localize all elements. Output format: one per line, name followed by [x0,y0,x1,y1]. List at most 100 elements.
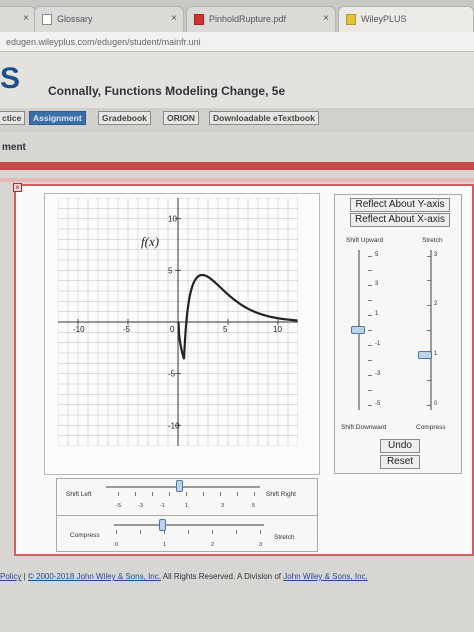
tick [236,530,237,534]
shift-tick-label: -5 [375,401,381,407]
undo-button[interactable]: Undo [380,439,420,453]
shift-tick-label: -3 [375,371,381,377]
page-footer: Policy | © 2000-2018 John Wiley & Sons, … [0,572,474,581]
y-tick-label: 5 [168,266,173,275]
book-title: Connally, Functions Modeling Change, 5e [48,84,286,98]
tick [116,530,117,534]
nav-gradebook[interactable]: Gradebook [98,111,151,125]
tick [368,375,372,376]
tick [427,280,431,281]
tick [427,330,431,331]
shift-left-label: Shift Left [66,491,92,498]
wileyplus-icon [346,14,356,25]
compress-bottom-label: Compress [416,424,446,431]
address-bar[interactable]: edugen.wileyplus.com/edugen/student/main… [0,32,474,52]
pdf-icon [194,14,204,25]
browser-tab-strip: × Glossary × PinholdRupture.pdf × WileyP… [0,0,474,32]
tick [152,492,153,496]
section-heading: ment [2,142,26,153]
tick [427,380,431,381]
tick [368,285,372,286]
transform-controls [334,194,462,474]
tab-glossary[interactable]: Glossary × [34,6,184,32]
tick [368,330,372,331]
close-icon[interactable]: × [13,183,22,192]
tick [260,530,261,534]
reflect-y-button[interactable]: Reflect About Y-axis [350,198,450,212]
vertical-shift-thumb[interactable] [351,326,365,334]
y-tick-label: -10 [168,421,180,430]
horizontal-shift-track[interactable] [106,486,260,488]
tick [368,360,372,361]
shift-tick-label: 1 [375,311,379,317]
hstretch-tick-label: 0 [115,542,119,548]
horizontal-stretch-thumb[interactable] [159,519,166,531]
function-label: f(x) [141,234,160,249]
rights-text: All Rights Reserved. A Division of [162,572,282,581]
shift-tick-label: -1 [375,341,381,347]
horizontal-controls-divider [56,515,318,516]
tick [237,492,238,496]
tick [140,530,141,534]
tab-label: Glossary [57,14,93,24]
x-tick-label: -5 [123,325,131,334]
x-tick-label: 5 [223,325,228,334]
red-divider [0,162,474,170]
hshift-tick-label: -1 [160,503,165,509]
function-graph: -10 -5 0 5 10 10 5 -5 -10 [58,198,298,446]
tick [254,492,255,496]
shift-right-label: Shift Right [266,491,296,498]
shift-tick-label: 3 [375,281,379,287]
nav-practice[interactable]: ctice [0,111,26,125]
tick [169,492,170,496]
tick [368,405,372,406]
hstretch-tick-label: 2 [211,542,215,548]
x-tick-label: -10 [73,325,85,334]
page-icon [42,14,52,25]
tick [368,256,372,257]
tick [427,405,431,406]
company-link[interactable]: John Wiley & Sons, Inc. [283,572,367,581]
nav-etextbook[interactable]: Downloadable eTextbook [209,111,319,125]
hstretch-tick-label: 1 [163,542,167,548]
tick [220,492,221,496]
tab-previous[interactable]: × [0,6,36,32]
tick [212,530,213,534]
tab-close-icon[interactable]: × [23,13,29,24]
tab-close-icon[interactable]: × [171,13,177,24]
hshift-tick-label: 1 [185,503,189,509]
tick [186,492,187,496]
reflect-x-button[interactable]: Reflect About X-axis [350,213,450,227]
tick [368,300,372,301]
stretch-tick-label: 1 [434,351,438,357]
stretch-tick-label: 0 [434,401,438,407]
stretch-tick-label: 3 [434,252,438,258]
footer-separator: | [23,572,26,581]
tab-pdf[interactable]: PinholdRupture.pdf × [186,6,336,32]
tab-label: WileyPLUS [361,14,407,24]
tick [368,345,372,346]
policy-link[interactable]: Policy [0,572,21,581]
x-tick-label: 0 [170,325,175,334]
pink-divider [0,178,474,182]
compress-label: Compress [70,532,100,539]
nav-assignment[interactable]: Assignment [29,111,86,125]
reset-button[interactable]: Reset [380,455,420,469]
tab-wileyplus[interactable]: WileyPLUS [338,6,474,32]
horizontal-shift-thumb[interactable] [176,480,183,492]
brand-logo: S [0,62,21,95]
tick [427,256,431,257]
x-tick-label: 10 [273,325,282,334]
tab-close-icon[interactable]: × [323,13,329,24]
shift-upward-label: Shift Upward [346,237,384,244]
stretch-label: Stretch [274,534,295,541]
hshift-tick-label: -3 [138,503,143,509]
vertical-stretch-thumb[interactable] [418,351,432,359]
y-tick-label: 10 [168,215,177,224]
tick [188,530,189,534]
nav-orion[interactable]: ORION [163,111,199,125]
tick [368,270,372,271]
copyright-link[interactable]: © 2000-2018 John Wiley & Sons, Inc. [28,572,161,581]
tick [203,492,204,496]
horizontal-stretch-track[interactable] [114,524,264,526]
